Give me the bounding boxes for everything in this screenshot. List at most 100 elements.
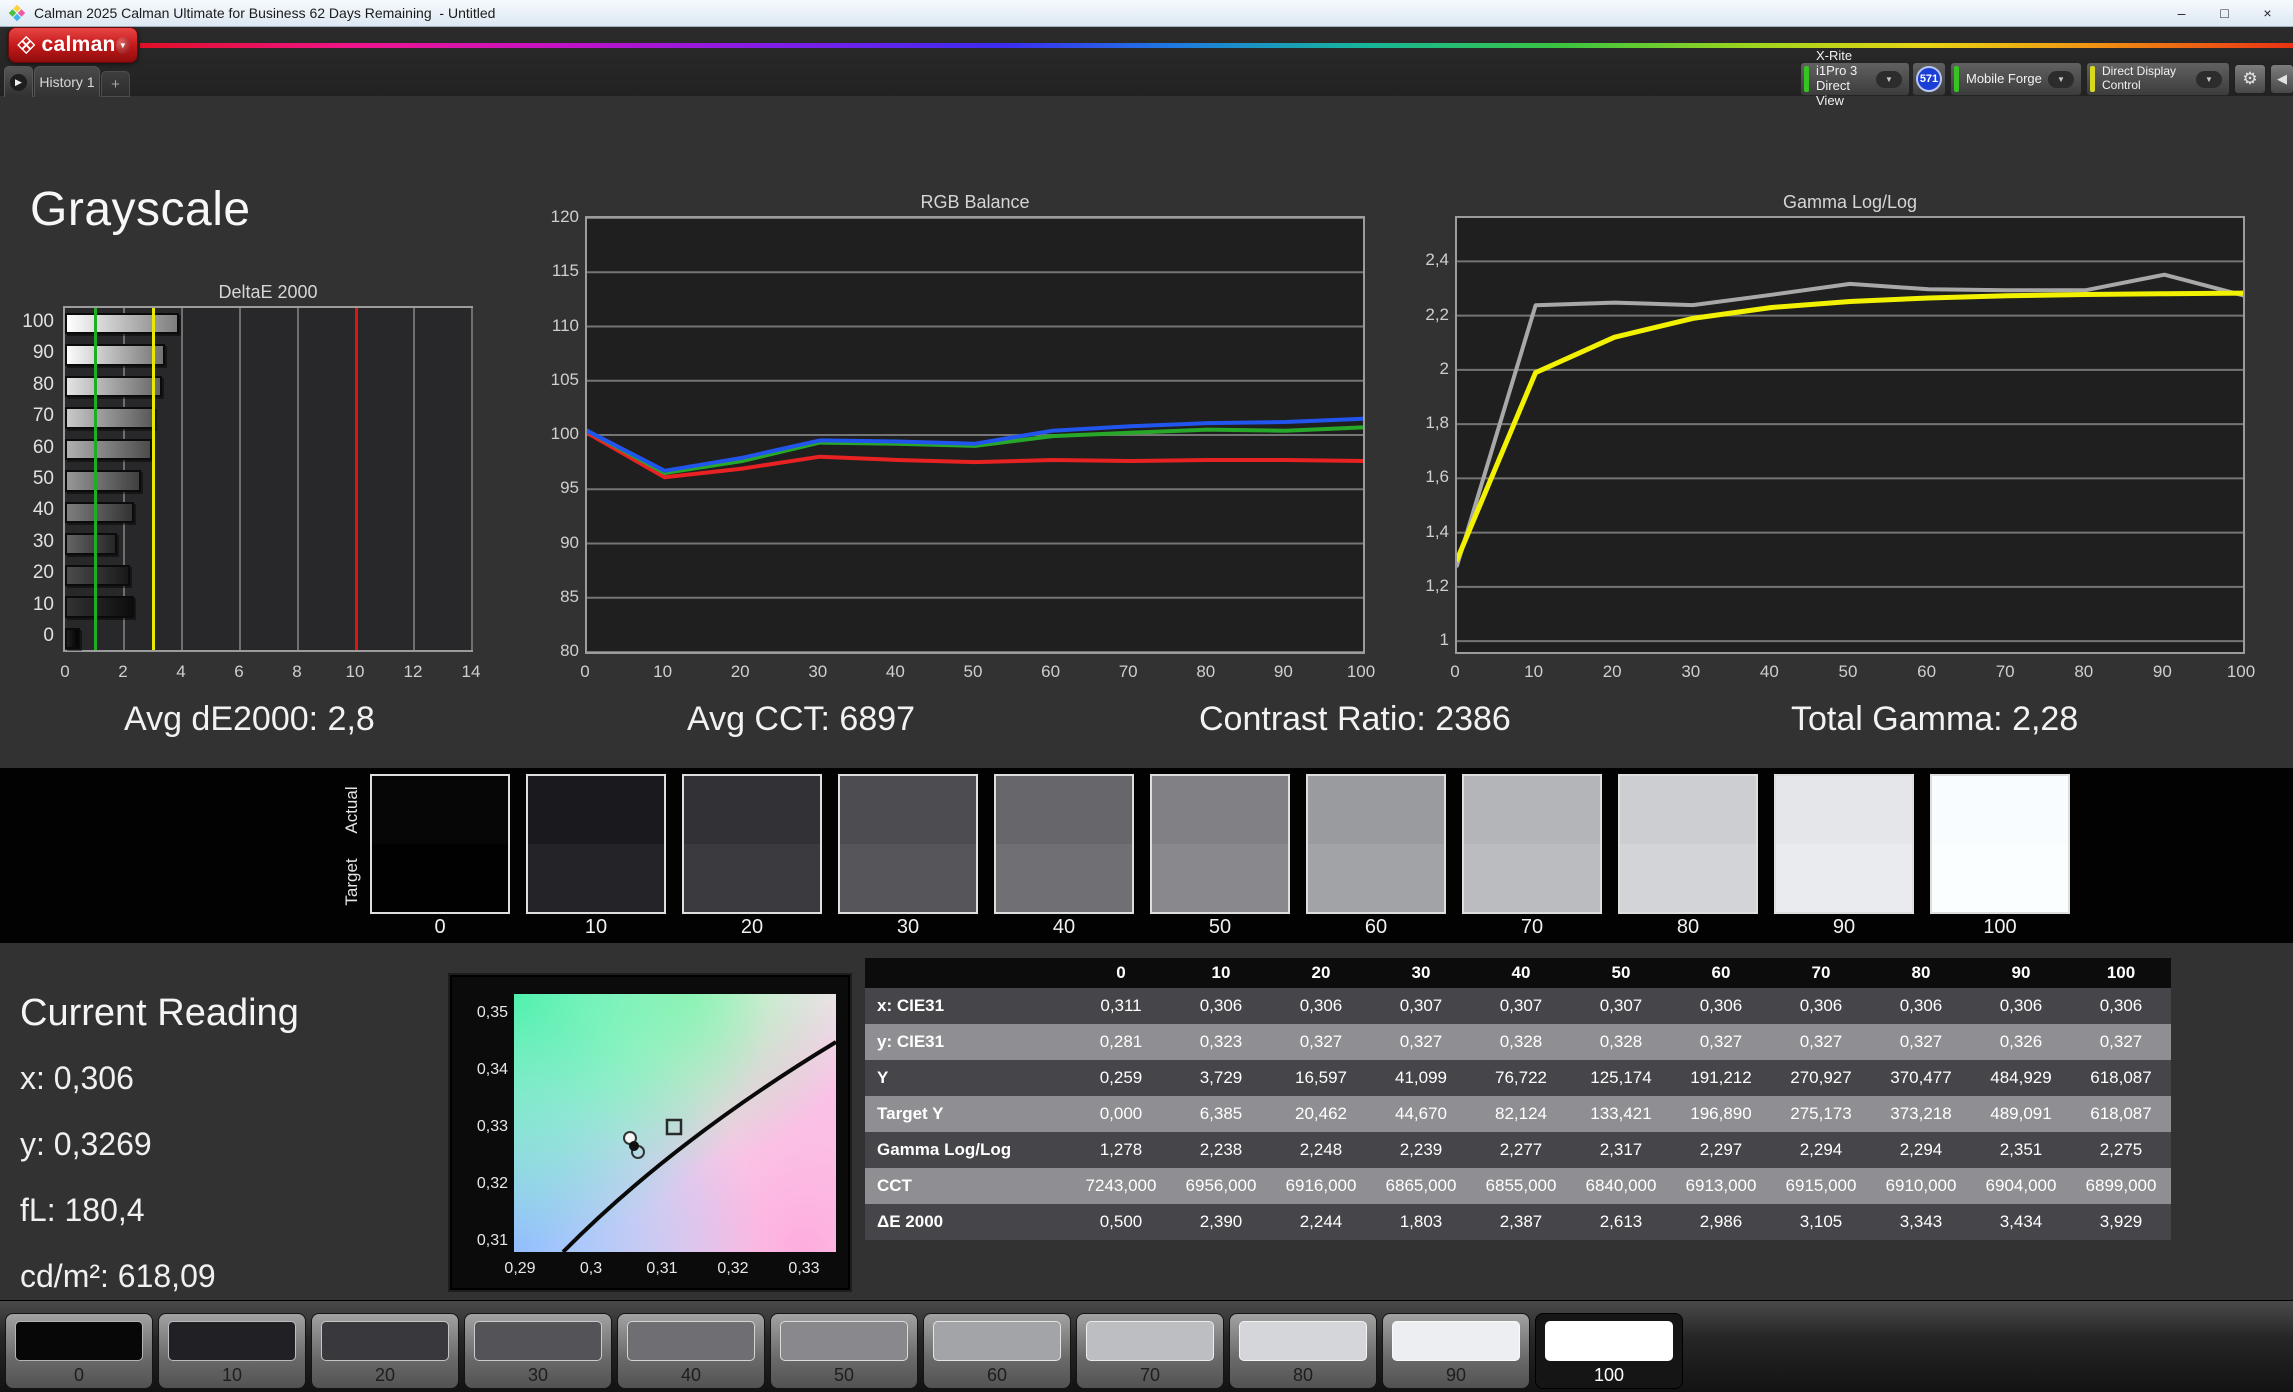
table-cell: 2,613 [1571, 1204, 1671, 1240]
table-cell: 3,729 [1171, 1060, 1271, 1096]
x-axis-tick-label: 40 [875, 662, 915, 682]
source-dropdown[interactable]: Mobile Forge ▼ [1950, 62, 2082, 96]
series-target [1457, 293, 2243, 560]
table-cell: 125,174 [1571, 1060, 1671, 1096]
table-cell: 0,307 [1471, 988, 1571, 1024]
table-header-row: 0102030405060708090100 [865, 958, 2171, 988]
patch-swatch [1086, 1321, 1214, 1361]
tab-history-1[interactable]: History 1 [34, 66, 100, 97]
swatch-40 [994, 774, 1134, 914]
patch-button-10[interactable]: 10 [158, 1313, 306, 1389]
patch-button-100[interactable]: 100 [1535, 1313, 1683, 1389]
x-axis-tick-label: 50 [1828, 662, 1868, 682]
swatch-10 [526, 774, 666, 914]
cie-x-tick-label: 0,33 [779, 1260, 829, 1278]
x-axis-tick-label: 14 [451, 662, 491, 682]
table-cell: 6910,000 [1871, 1168, 1971, 1204]
table-cell: 2,387 [1471, 1204, 1571, 1240]
y-axis-tick-label: 30 [20, 531, 54, 553]
table-cell: 484,929 [1971, 1060, 2071, 1096]
window-title: Calman 2025 Calman Ultimate for Business… [34, 5, 495, 21]
play-icon: ▶ [10, 74, 27, 91]
y-axis-tick-label: 105 [535, 370, 579, 390]
table-cell: 20,462 [1271, 1096, 1371, 1132]
y-axis-tick-label: 2,4 [1405, 250, 1449, 270]
patch-button-50[interactable]: 50 [770, 1313, 918, 1389]
swatch-target [1464, 844, 1600, 912]
settings-button[interactable]: ⚙ [2234, 64, 2266, 94]
meter-dropdown[interactable]: X-Rite i1Pro 3 Direct View ▼ [1800, 62, 1910, 96]
swatch-actual-label: Actual [342, 775, 362, 845]
add-tab-button[interactable]: + [101, 71, 130, 97]
swatch-actual [372, 776, 508, 844]
table-col-header: 100 [2071, 958, 2171, 988]
x-axis-tick-label: 50 [953, 662, 993, 682]
maximize-button[interactable]: □ [2203, 0, 2246, 26]
table-cell: 133,421 [1571, 1096, 1671, 1132]
swatch-actual [996, 776, 1132, 844]
stat-avg-de2000: Avg dE2000: 2,8 [124, 700, 375, 739]
gridline [413, 308, 415, 650]
meter-count[interactable]: 571 [1912, 62, 1946, 96]
display-status-accent [2090, 66, 2095, 92]
table-cell: 44,670 [1371, 1096, 1471, 1132]
x-axis-tick-label: 80 [1186, 662, 1226, 682]
patch-label: 90 [1383, 1365, 1529, 1386]
deltae-bar-80 [65, 376, 162, 397]
rainbow-divider [140, 43, 2293, 48]
table-cell: 0,327 [1871, 1024, 1971, 1060]
table-col-header: 60 [1671, 958, 1771, 988]
y-axis-tick-label: 80 [535, 641, 579, 661]
app-icon [8, 4, 26, 22]
close-button[interactable]: × [2246, 0, 2289, 26]
patch-button-60[interactable]: 60 [923, 1313, 1071, 1389]
y-axis-tick-label: 80 [20, 374, 54, 396]
swatch-target [1776, 844, 1912, 912]
patch-button-0[interactable]: 0 [5, 1313, 153, 1389]
plot-area [63, 306, 473, 652]
table-cell: 7243,000 [1071, 1168, 1171, 1204]
patch-button-20[interactable]: 20 [311, 1313, 459, 1389]
patch-button-70[interactable]: 70 [1076, 1313, 1224, 1389]
display-control-dropdown[interactable]: Direct Display Control ▼ [2086, 62, 2230, 96]
swatch-80 [1618, 774, 1758, 914]
y-axis-tick-label: 90 [20, 342, 54, 364]
y-axis-tick-label: 20 [20, 562, 54, 584]
collapse-panel-button[interactable]: ◀ [2270, 64, 2293, 94]
swatch-20 [682, 774, 822, 914]
patch-button-90[interactable]: 90 [1382, 1313, 1530, 1389]
table-cell: 6899,000 [2071, 1168, 2171, 1204]
minimize-button[interactable]: – [2160, 0, 2203, 26]
swatch-target [1932, 844, 2068, 912]
patch-swatch [15, 1321, 143, 1361]
display-control-label: Direct Display Control [2102, 65, 2196, 93]
table-cell: 82,124 [1471, 1096, 1571, 1132]
y-axis-tick-label: 115 [535, 261, 579, 281]
table-cell: 275,173 [1771, 1096, 1871, 1132]
swatch-level-label: 30 [838, 916, 978, 939]
table-cell: 6956,000 [1171, 1168, 1271, 1204]
patch-button-30[interactable]: 30 [464, 1313, 612, 1389]
table-cell: 2,248 [1271, 1132, 1371, 1168]
x-axis-tick-label: 30 [798, 662, 838, 682]
history-nav-button[interactable]: ▶ [4, 66, 33, 97]
table-cell: 6904,000 [1971, 1168, 2071, 1204]
y-axis-tick-label: 2,2 [1405, 305, 1449, 325]
table-row: CCT7243,0006956,0006916,0006865,0006855,… [865, 1168, 2171, 1204]
deltae-bar-50 [65, 470, 141, 491]
table-cell: 618,087 [2071, 1096, 2171, 1132]
table-cell: 2,277 [1471, 1132, 1571, 1168]
patch-button-80[interactable]: 80 [1229, 1313, 1377, 1389]
table-cell: 0,259 [1071, 1060, 1171, 1096]
swatch-target-label: Target [342, 847, 362, 917]
caret-down-icon: ▼ [1876, 71, 1902, 88]
y-axis-tick-label: 120 [535, 207, 579, 227]
reading-y: y: 0,3269 [20, 1126, 152, 1163]
patch-button-40[interactable]: 40 [617, 1313, 765, 1389]
cie-x-tick-label: 0,29 [495, 1260, 545, 1278]
table-col-header: 50 [1571, 958, 1671, 988]
y-axis-tick-label: 1,8 [1405, 413, 1449, 433]
table-col-header: 0 [1071, 958, 1171, 988]
gamma-chart: Gamma Log/Log 2,42,221,81,61,41,21010203… [1370, 190, 2280, 710]
brand-menu-button[interactable]: calman ▼ [8, 27, 138, 63]
